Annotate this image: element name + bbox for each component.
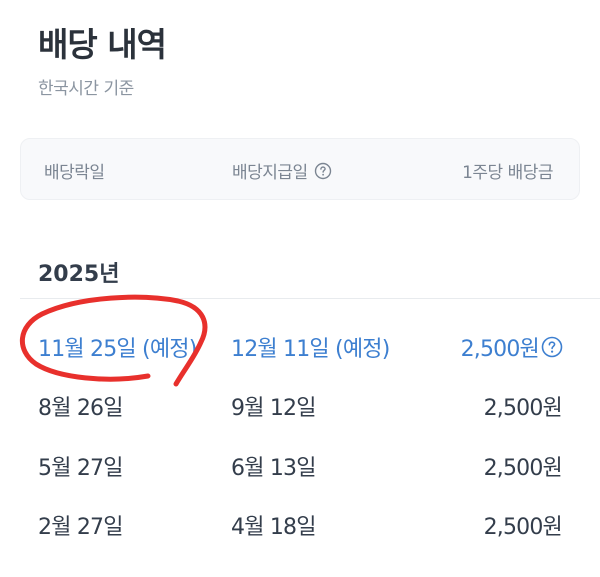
question-circle-icon[interactable] xyxy=(314,162,332,180)
pay-date-cell: 4월 18일 xyxy=(231,515,316,540)
amount-cell: 2,500원 xyxy=(483,515,563,540)
table-row: 11월 25일 (예정) 12월 11일 (예정) 2,500원 xyxy=(0,325,600,365)
table-row: 2월 27일 4월 18일 2,500원 xyxy=(0,503,600,543)
ex-date-cell: 5월 27일 xyxy=(38,456,123,481)
pay-date-cell: 6월 13일 xyxy=(231,456,316,481)
ex-date-cell: 2월 27일 xyxy=(38,515,123,540)
amount-cell: 2,500원 xyxy=(461,331,563,363)
header-pay-date: 배당지급일 xyxy=(232,158,332,183)
page-title: 배당 내역 xyxy=(38,25,167,64)
year-label: 2025년 xyxy=(38,262,120,287)
amount-value: 2,500원 xyxy=(460,337,540,362)
divider xyxy=(20,298,600,299)
header-pay-date-label: 배당지급일 xyxy=(232,163,308,183)
header-ex-date: 배당락일 xyxy=(44,163,105,183)
pay-date-cell: 12월 11일 (예정) xyxy=(231,337,390,362)
question-circle-icon[interactable] xyxy=(541,336,563,358)
ex-date-cell: 8월 26일 xyxy=(38,396,123,421)
amount-cell: 2,500원 xyxy=(483,396,563,421)
table-row: 8월 26일 9월 12일 2,500원 xyxy=(0,384,600,424)
header-amount: 1주당 배당금 xyxy=(462,163,553,183)
table-header: 배당락일 배당지급일 1주당 배당금 xyxy=(20,138,580,200)
ex-date-cell: 11월 25일 (예정) xyxy=(38,337,197,362)
pay-date-cell: 9월 12일 xyxy=(231,396,316,421)
timezone-note: 한국시간 기준 xyxy=(38,79,134,99)
amount-cell: 2,500원 xyxy=(483,456,563,481)
table-row: 5월 27일 6월 13일 2,500원 xyxy=(0,444,600,484)
